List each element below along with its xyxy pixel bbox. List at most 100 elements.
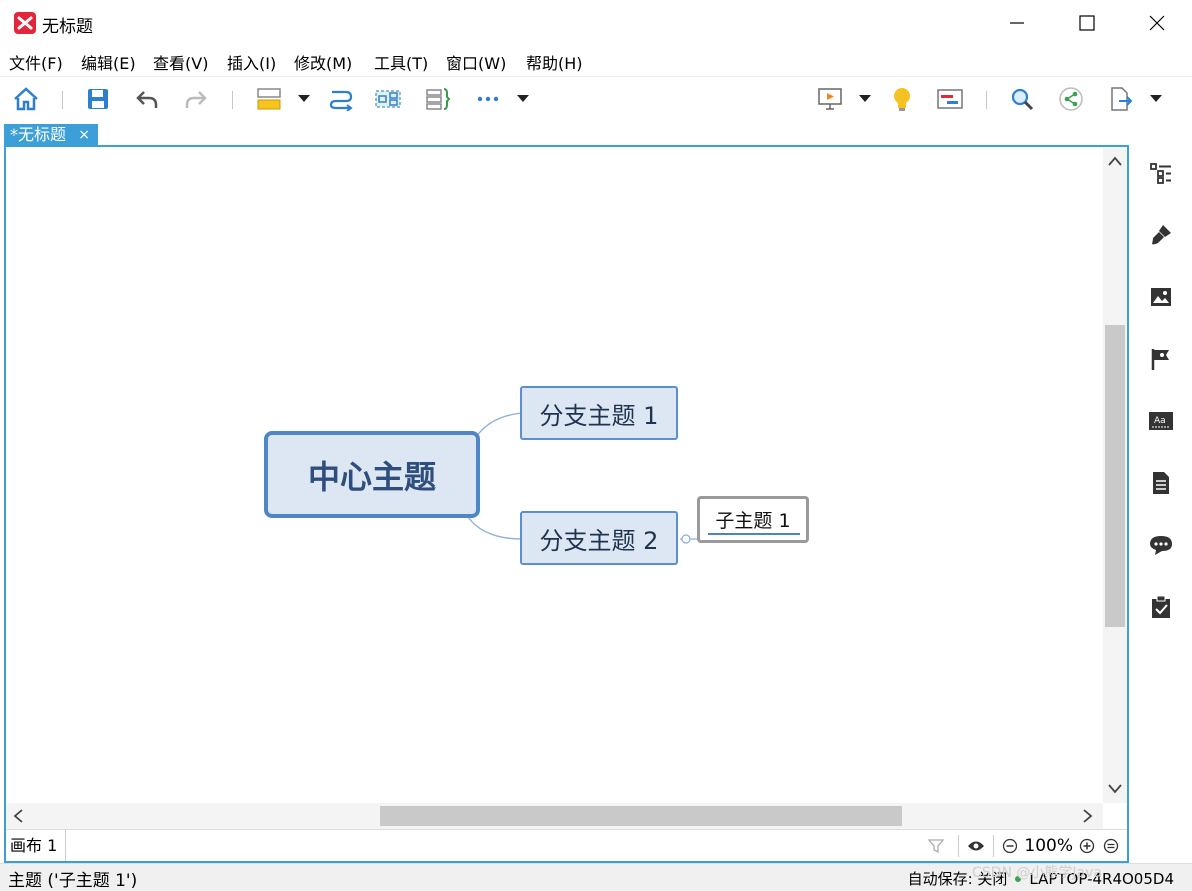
scroll-right-button[interactable] — [1078, 806, 1098, 826]
toolbar — [0, 76, 1192, 120]
minimize-button[interactable] — [994, 8, 1040, 38]
outline-icon — [1150, 163, 1171, 184]
menu-file[interactable]: 文件(F) — [9, 50, 63, 74]
central-topic[interactable]: 中心主题 — [264, 431, 480, 518]
tab-close-icon[interactable]: × — [78, 124, 90, 146]
sheet-tab-1[interactable]: 画布 1 — [6, 830, 66, 861]
topic-dropdown[interactable] — [297, 89, 311, 109]
notes-icon — [1153, 472, 1169, 494]
close-icon — [1149, 15, 1165, 31]
brainstorm-button[interactable] — [888, 85, 916, 113]
menu-insert[interactable]: 插入(I) — [227, 50, 276, 74]
eye-icon[interactable] — [967, 839, 985, 853]
selection-status: 主题 ('子主题 1') — [8, 871, 138, 891]
app-logo-icon — [14, 12, 36, 34]
redo-button[interactable] — [182, 85, 210, 113]
gantt-button[interactable] — [936, 85, 964, 113]
task-button[interactable] — [1147, 593, 1175, 621]
undo-icon — [136, 91, 158, 108]
save-icon — [88, 89, 108, 109]
topic-button[interactable] — [255, 85, 283, 113]
save-button[interactable] — [84, 85, 112, 113]
relationship-icon — [329, 90, 353, 111]
vertical-scroll-thumb[interactable] — [1105, 325, 1125, 627]
menu-tools[interactable]: 工具(T) — [374, 50, 428, 74]
presentation-dropdown[interactable] — [858, 89, 872, 109]
summary-icon — [426, 88, 451, 110]
export-icon — [1111, 87, 1133, 111]
more-dropdown[interactable] — [516, 89, 530, 109]
subtopic-underline — [708, 533, 800, 535]
editor-frame: 中心主题 分支主题 1 分支主题 2 子主题 1 画布 1 100% — [4, 145, 1129, 863]
task-icon — [1152, 595, 1170, 618]
menu-help[interactable]: 帮助(H) — [526, 50, 583, 74]
brainstorm-icon — [894, 88, 910, 111]
chevron-left-icon — [13, 809, 23, 823]
horizontal-scrollbar[interactable] — [6, 803, 1103, 829]
fit-map-icon[interactable] — [1103, 838, 1119, 854]
chevron-right-icon — [1083, 809, 1093, 823]
tab-untitled[interactable]: *无标题 × — [4, 124, 98, 146]
scroll-down-button[interactable] — [1105, 779, 1125, 799]
mindmap-canvas[interactable]: 中心主题 分支主题 1 分支主题 2 子主题 1 — [6, 147, 1103, 803]
home-button[interactable] — [12, 85, 40, 113]
subtopic-1[interactable]: 子主题 1 — [697, 496, 809, 543]
filter-icon[interactable] — [928, 838, 945, 854]
summary-button[interactable] — [424, 85, 452, 113]
scroll-left-button[interactable] — [8, 806, 28, 826]
presentation-icon — [818, 88, 842, 110]
menu-view[interactable]: 查看(V) — [153, 50, 208, 74]
export-dropdown[interactable] — [1149, 89, 1163, 109]
minimize-icon — [1010, 22, 1024, 24]
toolbar-separator — [232, 91, 233, 109]
window-title: 无标题 — [42, 17, 93, 37]
branch-topic-2[interactable]: 分支主题 2 — [520, 511, 678, 565]
presentation-button[interactable] — [816, 85, 844, 113]
more-button[interactable] — [474, 85, 502, 113]
menu-modify[interactable]: 修改(M) — [294, 50, 352, 74]
menu-window[interactable]: 窗口(W) — [446, 50, 506, 74]
scroll-up-button[interactable] — [1105, 151, 1125, 171]
maximize-button[interactable] — [1064, 8, 1110, 38]
image-button[interactable] — [1147, 283, 1175, 311]
marker-button[interactable] — [1147, 345, 1175, 373]
chevron-down-icon — [298, 95, 310, 102]
chevron-down-icon — [1108, 784, 1122, 794]
watermark: CSDN @小熊学Java — [972, 865, 1102, 881]
text-style-button[interactable]: Aa — [1147, 407, 1175, 435]
chevron-down-icon — [1150, 95, 1162, 102]
menu-bar: 文件(F) 编辑(E) 查看(V) 插入(I) 修改(M) 工具(T) 窗口(W… — [0, 46, 1192, 74]
topic-icon — [257, 88, 281, 110]
zoom-separator — [958, 835, 960, 857]
close-window-button[interactable] — [1134, 8, 1180, 38]
menu-edit[interactable]: 编辑(E) — [81, 50, 136, 74]
export-button[interactable] — [1107, 85, 1135, 113]
title-bar: 无标题 — [0, 0, 1192, 46]
chevron-up-icon — [1108, 156, 1122, 166]
right-panel: Aa — [1131, 145, 1192, 863]
zoom-controls: 100% — [928, 834, 1119, 858]
format-button[interactable] — [1147, 221, 1175, 249]
zoom-in-icon[interactable] — [1079, 838, 1095, 854]
toolbar-separator — [62, 91, 63, 109]
marker-flag-icon — [1151, 349, 1169, 370]
vertical-scrollbar[interactable] — [1103, 147, 1127, 803]
chevron-down-icon — [517, 95, 529, 102]
relationship-button[interactable] — [327, 85, 355, 113]
status-bar: 主题 ('子主题 1') 自动保存: 关闭 LAPTOP-4R4O05D4 CS… — [0, 863, 1192, 891]
search-button[interactable] — [1008, 85, 1036, 113]
format-brush-icon — [1152, 225, 1171, 245]
subtopic-label: 子主题 1 — [715, 510, 791, 532]
boundary-button[interactable] — [374, 85, 402, 113]
comments-button[interactable] — [1147, 531, 1175, 559]
comments-icon — [1150, 536, 1172, 555]
image-icon — [1151, 288, 1171, 306]
branch-topic-1[interactable]: 分支主题 1 — [520, 386, 678, 440]
outline-button[interactable] — [1147, 159, 1175, 187]
undo-button[interactable] — [133, 85, 161, 113]
home-icon — [14, 87, 38, 111]
horizontal-scroll-thumb[interactable] — [380, 806, 902, 826]
notes-button[interactable] — [1147, 469, 1175, 497]
zoom-out-icon[interactable] — [1002, 838, 1018, 854]
share-button[interactable] — [1057, 85, 1085, 113]
